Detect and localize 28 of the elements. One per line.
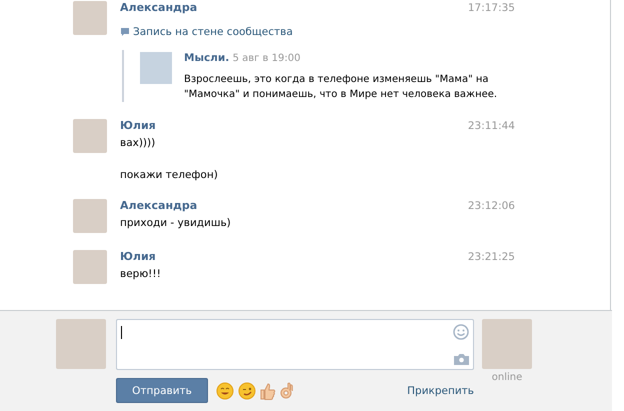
wall-post-link[interactable]: Запись на стене сообщества — [133, 26, 293, 38]
message-time: 17:17:35 — [468, 2, 515, 14]
author-name[interactable]: Юлия — [120, 250, 156, 263]
my-avatar-photo-placeholder — [56, 319, 106, 369]
post-photo-placeholder — [140, 52, 172, 84]
camera-icon[interactable] — [454, 353, 469, 365]
ok-hand-icon[interactable] — [280, 382, 294, 400]
message-time: 23:11:44 — [468, 120, 515, 132]
winking-emoji-icon[interactable] — [238, 382, 256, 400]
message-text: покажи телефон) — [120, 168, 219, 182]
author-name[interactable]: Юлия — [120, 119, 156, 132]
online-status: online — [492, 372, 522, 383]
message-input[interactable] — [116, 319, 474, 370]
smiley-icon[interactable] — [453, 324, 469, 340]
author-name[interactable]: Александра — [120, 1, 198, 14]
message-text: верю!!! — [120, 267, 162, 281]
message-time: 23:12:06 — [468, 200, 515, 212]
post-text: Взрослеешь, это когда в телефоне изменяешь "Мама" на "Мамочка" и понимаешь, что в Мире нет человека важнее. — [184, 73, 498, 102]
smiling-emoji-icon[interactable] — [216, 382, 234, 400]
community-name[interactable]: Мысли. — [184, 52, 230, 64]
message-text: приходи - увидишь) — [120, 216, 232, 230]
thumbs-up-icon[interactable] — [260, 382, 276, 400]
attach-link[interactable]: Прикрепить — [407, 384, 474, 396]
comment-icon — [120, 27, 130, 37]
send-button[interactable]: Отправить — [116, 378, 208, 403]
author-name[interactable]: Александра — [120, 199, 198, 212]
message-time: 23:21:25 — [468, 251, 515, 263]
message-text: вах)))) — [120, 136, 156, 150]
